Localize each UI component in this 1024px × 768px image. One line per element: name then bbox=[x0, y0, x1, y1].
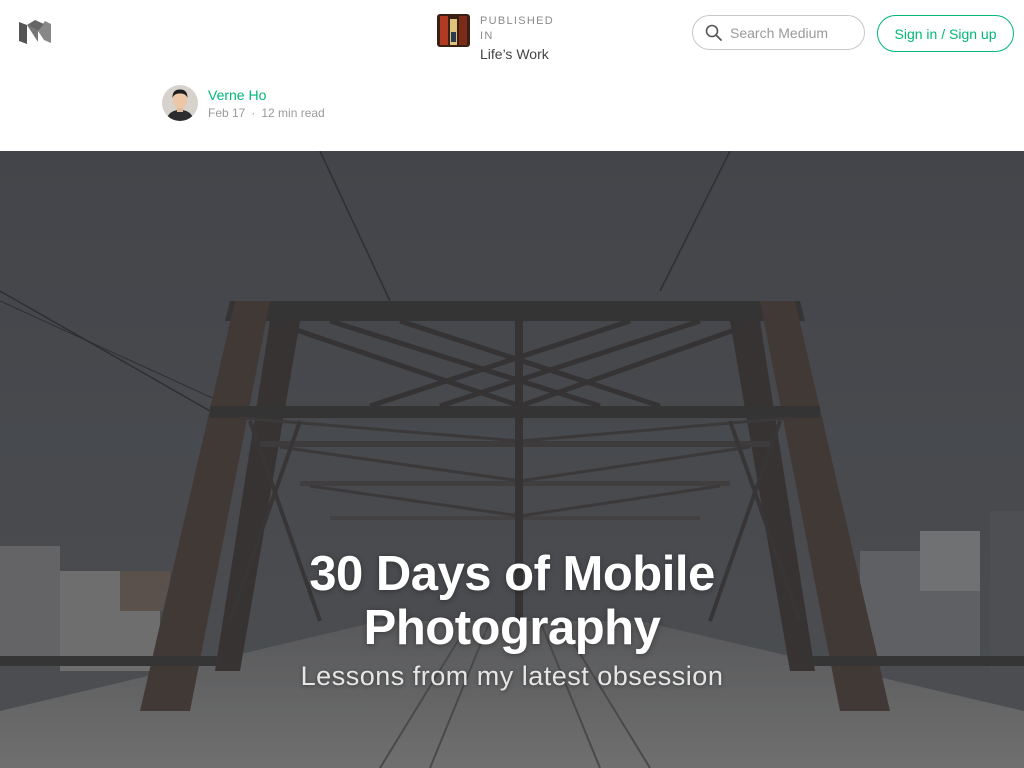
article-title: 30 Days of Mobile Photography bbox=[0, 547, 1024, 655]
post-meta: Feb 17 · 12 min read bbox=[208, 106, 325, 120]
read-time: 12 min read bbox=[261, 105, 325, 120]
article-subtitle: Lessons from my latest obsession bbox=[300, 661, 724, 691]
author-block: Verne Ho Feb 17 · 12 min read bbox=[162, 85, 325, 121]
publication-block: PUBLISHED IN Life’s Work bbox=[437, 14, 570, 62]
sign-in-button[interactable]: Sign in / Sign up bbox=[877, 15, 1014, 52]
hero-image: 30 Days of Mobile Photography Lessons fr… bbox=[0, 151, 1024, 768]
search-box[interactable] bbox=[692, 15, 865, 50]
publication-name-link[interactable]: Life’s Work bbox=[480, 46, 570, 62]
medium-logo-icon[interactable] bbox=[18, 18, 52, 46]
search-input[interactable] bbox=[730, 24, 860, 41]
author-avatar[interactable] bbox=[162, 85, 198, 121]
publication-prefix: PUBLISHED IN bbox=[480, 15, 555, 42]
author-name-link[interactable]: Verne Ho bbox=[208, 87, 325, 103]
article-title-line: Photography bbox=[363, 601, 661, 655]
meta-separator: · bbox=[251, 105, 256, 120]
post-date: Feb 17 bbox=[208, 105, 246, 120]
search-icon bbox=[705, 24, 722, 41]
publication-thumbnail[interactable] bbox=[437, 14, 470, 47]
article-title-line: 30 Days of Mobile bbox=[309, 547, 715, 601]
